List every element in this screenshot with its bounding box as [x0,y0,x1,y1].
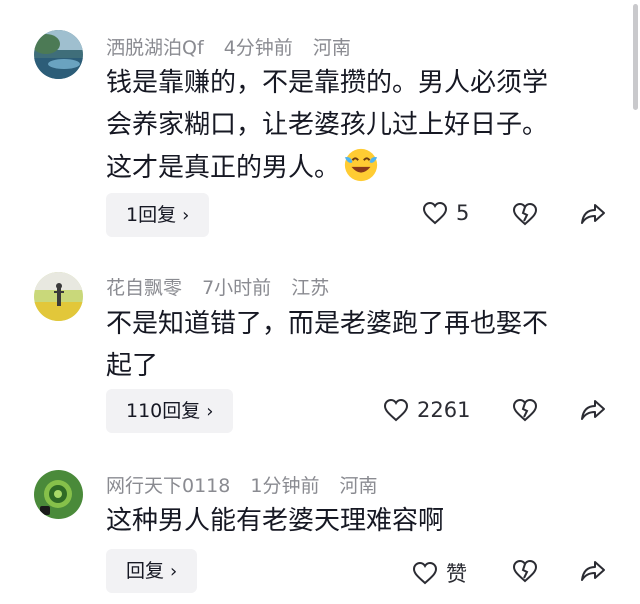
chevron-right-icon: › [182,205,190,226]
chevron-right-icon: › [206,401,214,422]
comment-line: 会养家糊口，让老婆孩儿过上好日子。 [106,110,549,140]
comment-line-text: 这才是真正的男人。 [106,153,341,183]
reply-label: 110回复 [126,400,201,422]
heart-icon [412,561,438,585]
like-button[interactable]: 赞 [412,558,467,588]
comment-line: 这种男人能有老婆天理难容啊 [106,506,445,536]
comment-line: 钱是靠赚的，不是靠攒的。男人必须学 [106,68,549,98]
like-count: 5 [456,201,470,225]
like-button[interactable]: 5 [422,201,469,225]
share-icon[interactable] [580,398,606,422]
like-label: 赞 [446,562,467,586]
avatar[interactable] [34,30,83,79]
avatar[interactable] [34,470,83,519]
share-icon[interactable] [580,559,606,583]
dislike-icon[interactable] [512,202,538,226]
avatar[interactable] [34,272,83,321]
heart-icon [422,201,448,225]
reply-label: 1回复 [126,204,177,226]
username[interactable]: 花自飘零 [106,277,182,299]
share-icon[interactable] [580,202,606,226]
comment-text: 钱是靠赚的，不是靠攒的。男人必须学 会养家糊口，让老婆孩儿过上好日子。 这才是真… [106,62,606,189]
comment-line: 这才是真正的男人。 [106,146,606,189]
scrollbar[interactable] [633,4,638,110]
reply-button[interactable]: 回复 › [106,549,198,593]
comment-time: 7小时前 [202,277,272,299]
reply-button[interactable]: 1回复 › [106,193,210,237]
comment-time: 1分钟前 [250,475,320,497]
heart-icon [383,398,409,422]
comment-line: 不是知道错了，而是老婆跑了再也娶不 [106,309,549,339]
dislike-icon[interactable] [512,559,538,583]
username[interactable]: 洒脱湖泊Qf [106,37,204,59]
comment-location: 河南 [312,37,351,59]
comment-text: 不是知道错了，而是老婆跑了再也娶不 起了 [106,303,606,387]
like-count: 2261 [417,398,471,422]
like-button[interactable]: 2261 [383,398,470,422]
comment-meta: 网行天下0118 1分钟前 河南 [106,471,392,498]
comment-location: 河南 [339,475,378,497]
reply-button[interactable]: 110回复 › [106,389,234,433]
dislike-icon[interactable] [512,398,538,422]
comment-meta: 花自飘零 7小时前 江苏 [106,273,343,300]
comment-meta: 洒脱湖泊Qf 4分钟前 河南 [106,33,365,60]
comment-time: 4分钟前 [223,37,293,59]
comment-location: 江苏 [291,277,330,299]
laughing-crying-emoji [344,148,378,182]
reply-label: 回复 [126,560,165,582]
username[interactable]: 网行天下0118 [106,475,230,497]
comment-text: 这种男人能有老婆天理难容啊 [106,500,606,542]
comment-line: 起了 [106,351,159,381]
chevron-right-icon: › [170,561,178,582]
